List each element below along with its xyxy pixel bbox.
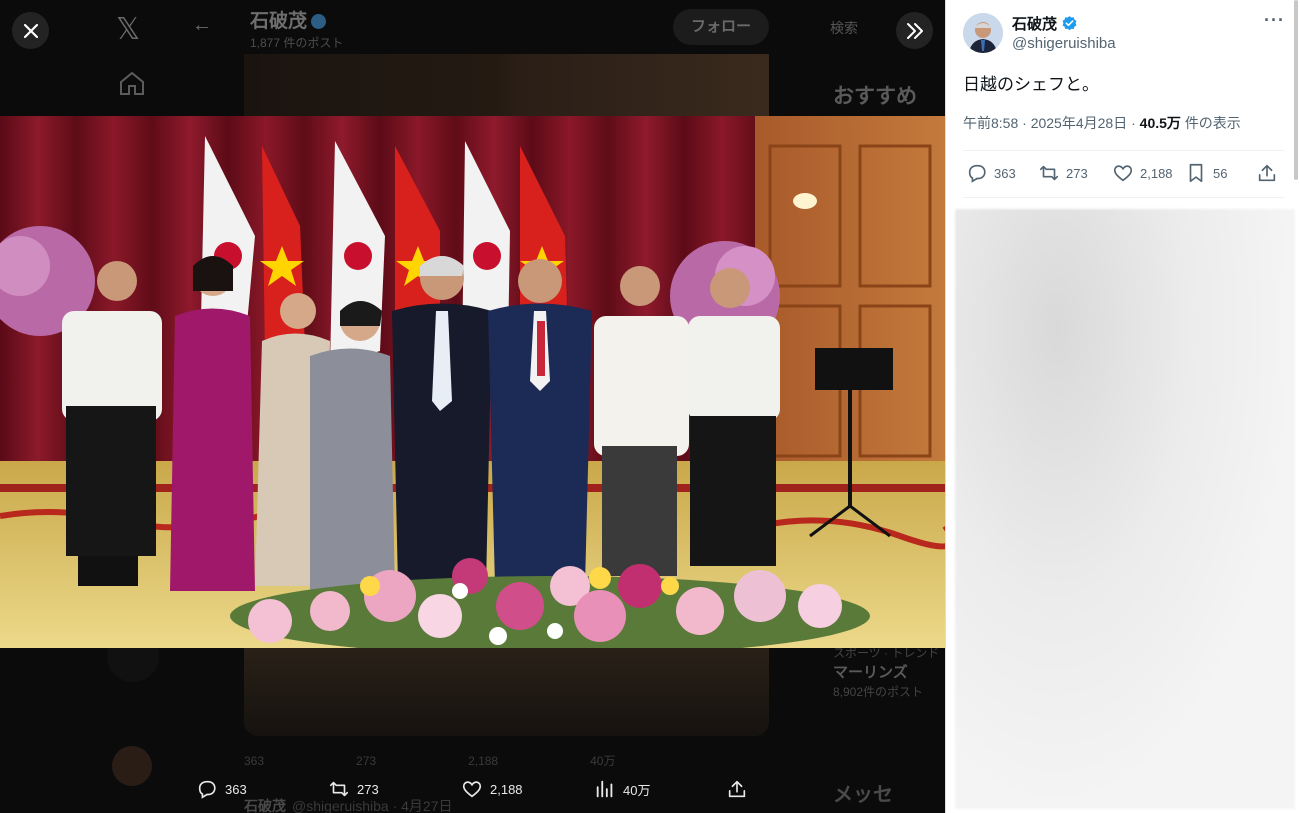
post-time[interactable]: 午前8:58 <box>963 115 1018 131</box>
post-actions: 363 273 2,188 56 <box>963 160 1284 188</box>
recommend-heading: おすすめ <box>833 85 917 108</box>
viewer-repost-count: 273 <box>357 781 379 797</box>
viewer-action-bar: 363 273 2,188 40万 <box>0 770 945 810</box>
post-date[interactable]: 2025年4月28日 <box>1031 115 1128 131</box>
repost-icon <box>329 781 349 797</box>
back-arrow-icon: ← <box>192 14 212 36</box>
background-stats: 363 273 2,188 40万 <box>244 754 616 768</box>
verified-badge-icon <box>1062 16 1077 31</box>
more-options-icon[interactable]: ··· <box>1264 10 1285 31</box>
viewer-like-button[interactable]: 2,188 <box>461 778 523 800</box>
bookmark-count: 56 <box>1213 165 1228 181</box>
viewer-reply-button[interactable]: 363 <box>196 778 247 800</box>
views-suffix: 件の表示 <box>1184 115 1241 131</box>
viewer-views-count: 40万 <box>623 782 651 798</box>
home-icon <box>120 71 144 95</box>
share-icon <box>728 780 746 798</box>
post-photo[interactable] <box>0 116 945 648</box>
expand-panel-button[interactable] <box>896 12 933 49</box>
follow-button: フォロー <box>673 9 769 45</box>
background-media-top <box>244 54 769 116</box>
views-number: 40.5万 <box>1139 115 1181 131</box>
photo-illustration <box>0 116 945 648</box>
divider <box>963 197 1284 198</box>
trend-item: スポーツ · トレンド マーリンズ 8,902件のポスト <box>833 646 940 700</box>
viewer-views-button[interactable]: 40万 <box>594 778 650 800</box>
repost-button[interactable]: 273 <box>1038 162 1088 184</box>
profile-name: 石破茂 <box>250 6 327 33</box>
close-button[interactable] <box>12 12 49 49</box>
scrollbar[interactable] <box>1294 0 1298 180</box>
post-detail-panel: 石破茂 @shigeruishiba ··· 日越のシェフと。 午前8:58 ·… <box>945 0 1300 813</box>
repost-icon <box>1039 165 1059 181</box>
close-icon <box>23 23 38 38</box>
double-chevron-right-icon <box>906 22 923 39</box>
reply-icon <box>198 780 216 799</box>
bookmark-icon <box>1189 163 1203 183</box>
avatar[interactable] <box>963 13 1003 53</box>
author-name[interactable]: 石破茂 <box>1012 13 1078 34</box>
search-input: 検索 <box>830 20 858 36</box>
like-button[interactable]: 2,188 <box>1112 162 1173 184</box>
like-count: 2,188 <box>1140 165 1173 181</box>
share-button[interactable] <box>1256 162 1278 184</box>
viewer-reply-count: 363 <box>225 781 247 797</box>
posts-count: 1,877 件のポスト <box>250 36 344 50</box>
post-text: 日越のシェフと。 <box>963 75 1099 94</box>
heart-icon <box>462 781 482 798</box>
viewer-like-count: 2,188 <box>490 781 523 797</box>
repost-count: 273 <box>1066 165 1088 181</box>
share-icon <box>1258 164 1276 182</box>
reply-icon <box>968 164 986 183</box>
verified-badge-icon <box>311 14 327 30</box>
bookmark-button[interactable]: 56 <box>1185 162 1227 184</box>
avatar-image <box>963 13 1003 53</box>
post-meta: 午前8:58 · 2025年4月28日 · 40.5万 件の表示 <box>963 115 1241 131</box>
x-logo: 𝕏 <box>116 12 141 47</box>
reply-count: 363 <box>994 165 1016 181</box>
background-media-bottom <box>244 648 769 736</box>
blurred-replies-area <box>955 209 1295 809</box>
heart-icon <box>1113 165 1133 182</box>
viewer-share-button[interactable] <box>726 778 748 800</box>
viewer-repost-button[interactable]: 273 <box>328 778 379 800</box>
views-chart-icon <box>596 780 613 798</box>
divider <box>963 150 1284 151</box>
reply-button[interactable]: 363 <box>966 162 1016 184</box>
author-handle[interactable]: @shigeruishiba <box>1012 35 1116 52</box>
